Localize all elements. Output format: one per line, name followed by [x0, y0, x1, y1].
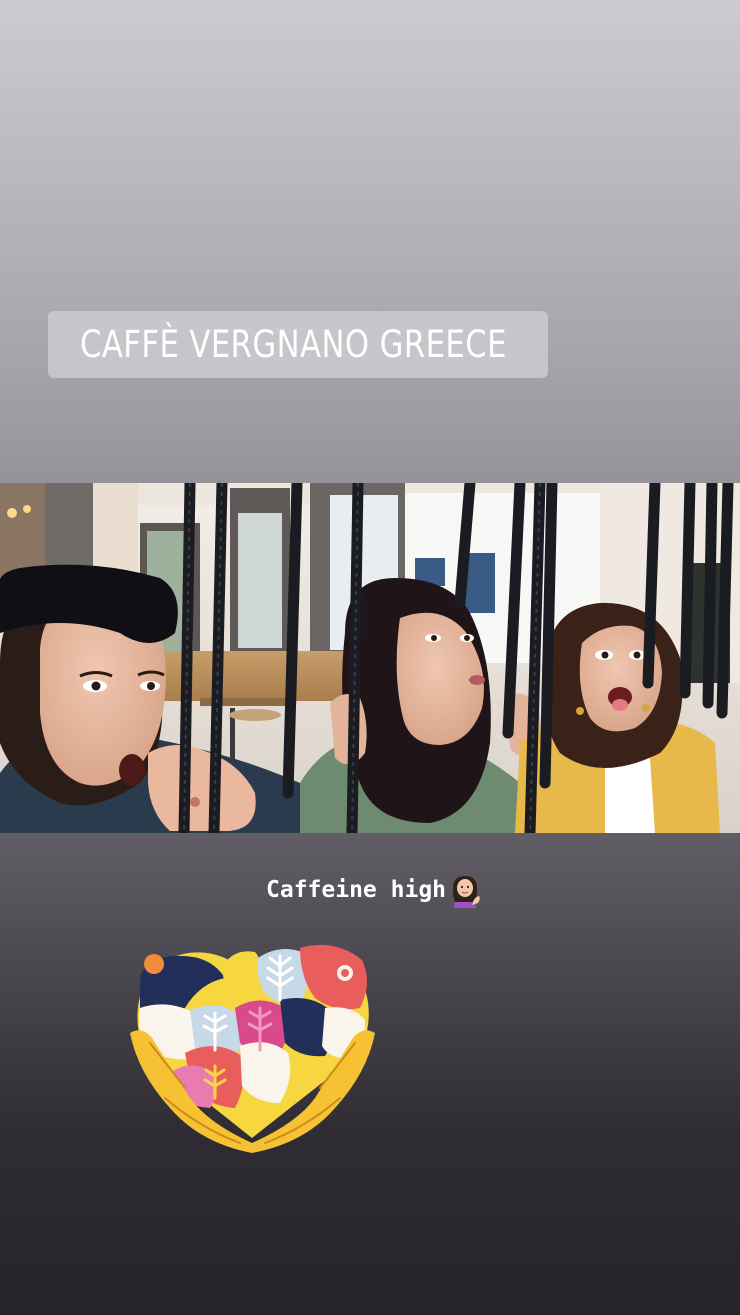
hands-holding-heart-sticker-icon — [130, 944, 375, 1153]
woman-tipping-hand-emoji-icon — [453, 876, 480, 908]
location-sticker[interactable]: CAFFÈ VERGNANO GREECE — [48, 311, 548, 378]
caption[interactable]: Caffeine high — [266, 872, 482, 908]
location-text: CAFFÈ VERGNANO GREECE — [80, 323, 507, 366]
story-photo — [0, 483, 740, 833]
caption-text: Caffeine high — [266, 877, 447, 903]
story-screen: CAFFÈ VERGNANO GREECE Caffeine high — [0, 0, 740, 1315]
